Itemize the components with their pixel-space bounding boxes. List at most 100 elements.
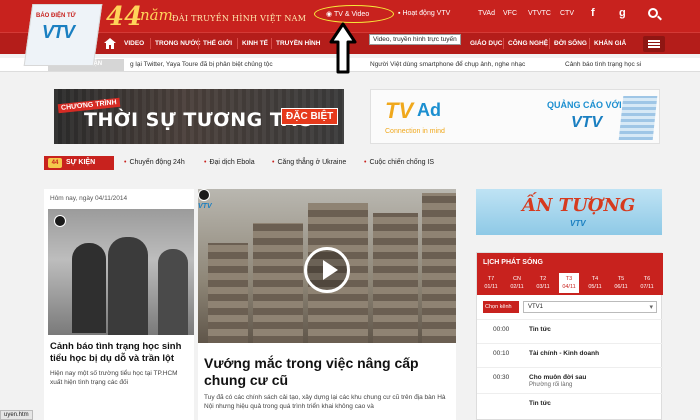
channel-label: Chọn kênh — [483, 301, 519, 313]
building-shape — [422, 193, 456, 343]
channel-picker: Chọn kênh VTV1 — [483, 301, 657, 313]
schedule-day-tab[interactable]: T6 07/11 — [637, 273, 657, 293]
nav-item-truyen-hinh[interactable]: TRUYỀN HÌNH — [276, 40, 320, 47]
google-plus-icon[interactable]: g — [619, 7, 626, 19]
logo-vtv-text: VTV — [42, 22, 75, 42]
nav-divider — [503, 38, 504, 49]
event-link[interactable]: Căng thẳng ở Ukraine — [272, 159, 346, 166]
left-news-card[interactable]: Hôm nay, ngày 04/11/2014 Cảnh báo tình t… — [44, 189, 194, 420]
featured-video-image[interactable] — [198, 189, 456, 343]
vtv-watermark: VTV — [198, 203, 212, 210]
schedule-header: LỊCH PHÁT SÓNG T7 01/11 CN 02/11 T2 03/11 T… — [477, 253, 663, 295]
ticker-item[interactable]: Cảnh báo tình trạng học si — [565, 61, 641, 68]
camera-icon — [54, 215, 66, 227]
tvad-ad: Ad — [417, 100, 441, 120]
figure-shape — [108, 237, 148, 335]
an-tuong-banner[interactable]: ẤN TƯỢNG VTV — [476, 189, 662, 235]
facebook-icon[interactable]: f — [591, 7, 595, 19]
annotation-arrow-icon — [329, 22, 357, 74]
program-title: Tin tức — [529, 326, 551, 333]
featured-news-card[interactable]: VTV Vướng mắc trong việc nâng cấp chung … — [198, 189, 456, 420]
nav-item-giao-duc[interactable]: GIÁO DỤC — [470, 40, 503, 47]
banner-title: THỜI SỰ TƯƠNG TÁC — [84, 109, 312, 131]
schedule-row[interactable]: Tin tức — [477, 393, 663, 415]
channel-select[interactable]: VTV1 — [523, 301, 657, 313]
event-link[interactable]: Đại dịch Ebola — [204, 159, 254, 166]
top-link-ctv[interactable]: CTV — [560, 10, 574, 17]
nav-divider — [549, 38, 550, 49]
nav-divider — [198, 38, 199, 49]
events-label: 44 SỰ KIỆN — [44, 156, 114, 170]
left-news-title[interactable]: Cảnh báo tình trạng học sinh tiểu học bị… — [50, 341, 190, 365]
schedule-row[interactable]: 00:10 Tài chính - Kinh doanh — [477, 343, 663, 365]
schedule-day-tab[interactable]: CN 02/11 — [507, 273, 527, 293]
nav-divider — [271, 38, 272, 49]
top-link-vtvtc[interactable]: VTVTC — [528, 10, 551, 17]
broadcast-schedule: LỊCH PHÁT SÓNG T7 01/11 CN 02/11 T2 03/11 T… — [476, 252, 663, 420]
ticker-item[interactable]: Người Việt dùng smartphone để chụp ảnh, … — [370, 61, 525, 68]
top-link-vfc[interactable]: VFC — [503, 10, 517, 17]
program-title: Tin tức — [529, 400, 551, 407]
nav-divider — [589, 38, 590, 49]
tvad-slogan: Connection in mind — [385, 128, 445, 135]
event-link[interactable]: Cuộc chiến chống IS — [364, 159, 434, 166]
building-image — [618, 96, 658, 140]
program-time: 00:00 — [493, 326, 510, 333]
location-icon: ◉ — [326, 11, 334, 18]
program-subtitle: Phường rối làng — [529, 382, 573, 388]
schedule-day-tab[interactable]: T2 03/11 — [533, 273, 553, 293]
nav-item-trong-nuoc[interactable]: TRONG NƯỚC — [155, 40, 201, 47]
program-time: 00:10 — [493, 350, 510, 357]
advertise-label: QUẢNG CÁO VỚI — [547, 100, 622, 110]
schedule-day-tab-active[interactable]: T3 04/11 — [559, 273, 579, 293]
play-icon[interactable] — [304, 247, 350, 293]
search-icon[interactable] — [648, 8, 658, 18]
anniversary-word: năm — [140, 6, 173, 24]
menu-icon[interactable] — [643, 36, 665, 52]
featured-news-summary: Tuy đã có các chính sách cải tạo, xây dự… — [204, 394, 446, 410]
top-link-tvad[interactable]: TVAd — [478, 10, 495, 17]
building-shape — [373, 213, 418, 343]
figure-shape — [72, 243, 106, 333]
nav-divider — [150, 38, 151, 49]
an-tuong-title: ẤN TƯỢNG — [522, 195, 636, 216]
schedule-row[interactable]: 00:30 Cho muôn đời sau Phường rối làng — [477, 367, 663, 389]
banner-special-tag: ĐẶC BIỆT — [281, 108, 339, 125]
tooltip: Video, truyền hình trực tuyến — [369, 34, 461, 45]
news-image[interactable] — [48, 209, 194, 335]
program-time: 00:30 — [493, 374, 510, 381]
tv-video-link[interactable]: ◉ TV & Video — [326, 10, 369, 18]
nav-item-kinh-te[interactable]: KINH TẾ — [242, 40, 268, 47]
tvad-tv: TV — [385, 98, 414, 123]
schedule-day-tab[interactable]: T4 05/11 — [585, 273, 605, 293]
left-news-summary: Hiện nay một số trường tiểu học tại TP.H… — [50, 370, 178, 386]
event-link[interactable]: Chuyển động 24h — [124, 159, 184, 166]
anniversary-number: 44 — [106, 2, 143, 32]
figure-shape — [158, 249, 188, 335]
an-tuong-vtv: VTV — [570, 219, 586, 228]
program-title: Tài chính - Kinh doanh — [529, 350, 600, 357]
logo-caption: BÁO ĐIỆN TỬ — [36, 13, 76, 19]
nav-item-video[interactable]: VIDEO — [124, 40, 144, 47]
vtv-activity-link[interactable]: ▪ Hoạt động VTV — [398, 10, 450, 17]
ticker-item[interactable]: g lại Twitter, Yaya Toure đã bị phân biệ… — [130, 61, 273, 68]
building-shape — [253, 223, 303, 343]
nav-divider — [237, 38, 238, 49]
schedule-row[interactable]: 00:00 Tin tức — [477, 319, 663, 341]
featured-news-title[interactable]: Vướng mắc trong việc nâng cấp chung cư c… — [204, 355, 454, 389]
nav-item-cong-nghe[interactable]: CÔNG NGHỆ — [508, 40, 548, 47]
schedule-day-tab[interactable]: T5 06/11 — [611, 273, 631, 293]
banner-thoi-su-tuong-tac[interactable]: CHƯƠNG TRÌNH THỜI SỰ TƯƠNG TÁC ĐẶC BIỆT — [54, 89, 344, 144]
banner-tvad[interactable]: TV Ad Connection in mind QUẢNG CÁO VỚI V… — [370, 89, 660, 144]
home-icon[interactable] — [104, 38, 116, 49]
events-badge: 44 — [48, 158, 62, 168]
nav-item-doi-song[interactable]: ĐỜI SỐNG — [554, 40, 587, 47]
schedule-title: LỊCH PHÁT SÓNG — [483, 259, 543, 266]
nav-item-the-gioi[interactable]: THẾ GIỚI — [203, 40, 232, 47]
building-shape — [208, 243, 248, 343]
schedule-day-tab[interactable]: T7 01/11 — [481, 273, 501, 293]
camera-icon — [198, 189, 210, 201]
nav-item-khan-gia[interactable]: KHÁN GIẢ — [594, 40, 626, 47]
tv-video-label: TV & Video — [333, 11, 370, 18]
program-title: Cho muôn đời sau — [529, 374, 587, 381]
